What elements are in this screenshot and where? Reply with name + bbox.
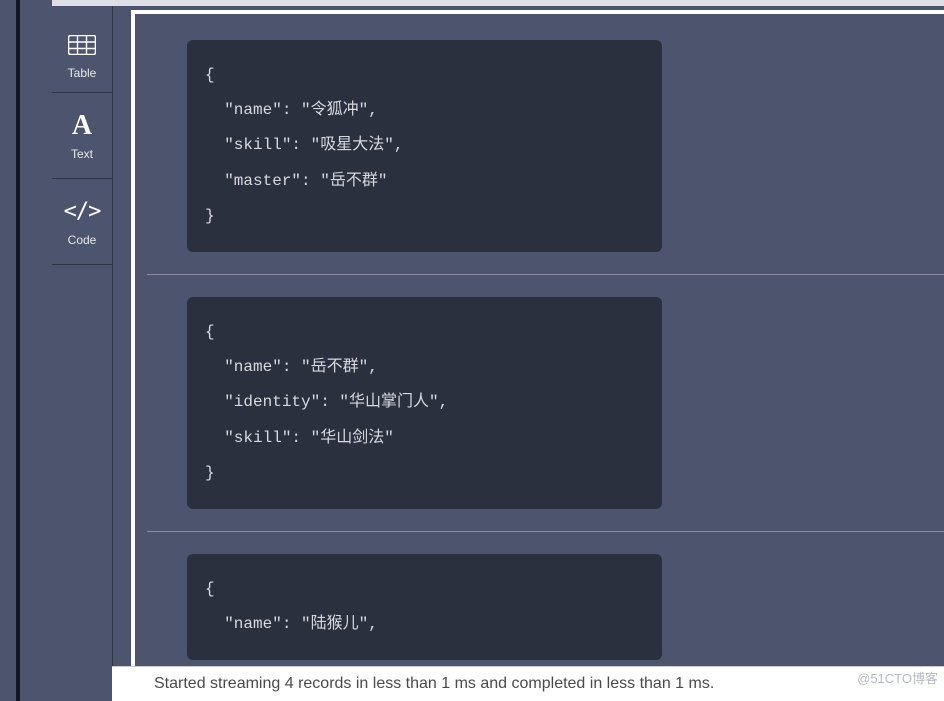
sidebar-item-text[interactable]: A Text bbox=[52, 92, 112, 178]
content-wrap: { "name": "令狐冲", "skill": "吸星大法", "maste… bbox=[112, 6, 944, 666]
outer-margin bbox=[0, 0, 16, 701]
code-line: } bbox=[205, 207, 215, 225]
outer-frame-edge bbox=[16, 0, 20, 701]
code-line: "name": "令狐冲", bbox=[205, 101, 378, 119]
record-separator bbox=[147, 531, 944, 532]
sidebar-item-label: Text bbox=[71, 147, 93, 161]
code-line: "skill": "吸星大法", bbox=[205, 136, 403, 154]
code-icon: </> bbox=[64, 197, 101, 227]
sidebar-item-label: Code bbox=[68, 233, 97, 247]
records-area[interactable]: { "name": "令狐冲", "skill": "吸星大法", "maste… bbox=[135, 14, 944, 666]
text-icon: A bbox=[72, 111, 92, 141]
status-message: Started streaming 4 records in less than… bbox=[154, 675, 714, 693]
sidebar-item-table[interactable]: Table bbox=[52, 6, 112, 92]
sidebar-item-label: Table bbox=[68, 66, 97, 80]
record-block[interactable]: { "name": "陆猴儿", bbox=[187, 554, 662, 660]
content-panel: { "name": "令狐冲", "skill": "吸星大法", "maste… bbox=[131, 10, 944, 666]
status-bar: Started streaming 4 records in less than… bbox=[112, 666, 944, 701]
code-line: "skill": "华山剑法" bbox=[205, 429, 394, 447]
table-icon bbox=[68, 30, 96, 60]
code-line: "name": "陆猴儿", bbox=[205, 615, 378, 633]
code-line: { bbox=[205, 66, 215, 84]
sidebar: Table A Text </> Code bbox=[52, 6, 112, 666]
code-line: "name": "岳不群", bbox=[205, 358, 378, 376]
code-line: { bbox=[205, 580, 215, 598]
code-line: { bbox=[205, 323, 215, 341]
sidebar-item-code[interactable]: </> Code bbox=[52, 178, 112, 264]
record-block[interactable]: { "name": "岳不群", "identity": "华山掌门人", "s… bbox=[187, 297, 662, 509]
record-separator bbox=[147, 274, 944, 275]
code-line: "master": "岳不群" bbox=[205, 172, 387, 190]
record-block[interactable]: { "name": "令狐冲", "skill": "吸星大法", "maste… bbox=[187, 40, 662, 252]
sidebar-remainder bbox=[52, 264, 112, 666]
code-line: } bbox=[205, 464, 215, 482]
code-line: "identity": "华山掌门人", bbox=[205, 393, 448, 411]
